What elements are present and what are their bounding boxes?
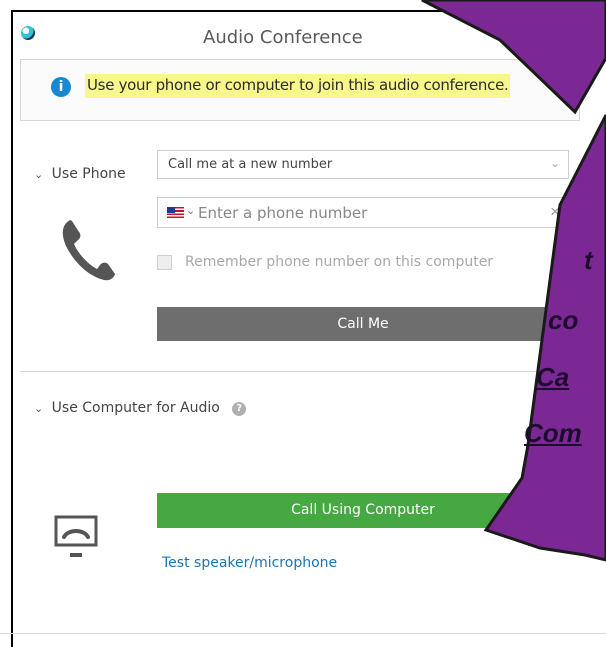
callout-text-2: co — [548, 305, 579, 335]
callout-text-3: Ca — [536, 362, 570, 392]
annotation-callout — [483, 114, 606, 562]
callout-text-1: t — [584, 245, 593, 275]
callout-text-4: Com — [524, 418, 582, 448]
